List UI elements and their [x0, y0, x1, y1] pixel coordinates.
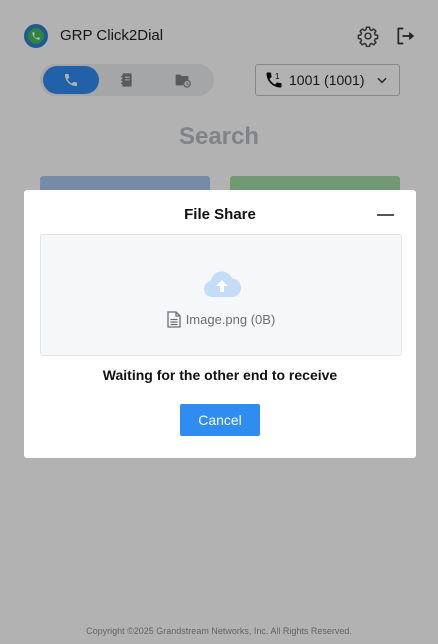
cloud-upload-icon — [204, 271, 241, 297]
status-text: Waiting for the other end to receive — [102, 367, 338, 383]
file-row: Image.png (0B) — [41, 311, 401, 328]
cancel-button[interactable]: Cancel — [180, 404, 260, 436]
file-icon — [167, 311, 181, 328]
minimize-icon — [377, 214, 394, 216]
file-name: Image.png (0B) — [185, 312, 276, 327]
dialog-title: File Share — [184, 206, 256, 223]
minimize-button[interactable] — [376, 206, 396, 222]
file-share-dialog: File Share Image.png (0B) Waiting for th… — [24, 190, 416, 458]
file-preview-area: Image.png (0B) — [40, 234, 402, 356]
